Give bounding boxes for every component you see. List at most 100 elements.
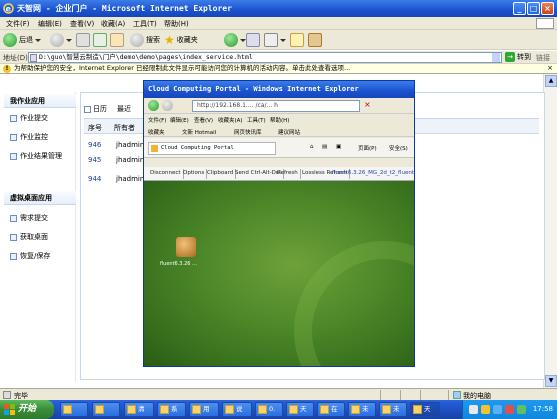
back-button[interactable]: 后退 (3, 32, 41, 48)
inner-fav-favorites[interactable]: 收藏夹 (148, 128, 165, 136)
taskbar-item[interactable]: 在 (317, 402, 345, 417)
inner-menu-help[interactable]: 帮助(H) (270, 116, 289, 124)
refresh-button[interactable]: Refresh (275, 169, 301, 179)
print-icon[interactable]: ▣ (336, 144, 341, 150)
menu-tools[interactable]: 工具(T) (133, 19, 157, 29)
inner-menu-view[interactable]: 查看(V) (194, 116, 213, 124)
start-label: 开始 (18, 404, 37, 414)
inner-address-input[interactable]: http://192.168.1.... /ca/... h (192, 100, 360, 112)
taskbar-item[interactable]: 清 (124, 402, 154, 417)
back-arrow-icon[interactable] (148, 100, 159, 111)
menu-file[interactable]: 文件(F) (6, 19, 30, 29)
security-infobar[interactable]: ! 为帮助保护您的安全，Internet Explorer 已经限制此文件显示可… (0, 64, 557, 74)
menu-view[interactable]: 查看(V) (70, 19, 94, 29)
inner-fav-hotmail[interactable]: 文新 Hotmail (182, 128, 216, 136)
start-button[interactable]: 开始 (0, 400, 54, 419)
favorites-button[interactable]: ★ 收藏夹 (164, 32, 198, 48)
remote-desktop-window[interactable]: Cloud Computing Portal - Windows Interne… (143, 80, 415, 367)
favorites-label: 收藏夹 (176, 36, 198, 44)
feed-icon[interactable]: ▤ (322, 144, 327, 150)
taskbar-item[interactable] (60, 402, 88, 417)
links-label[interactable]: 链接 (536, 53, 550, 63)
taskbar-item[interactable]: 说 (222, 402, 252, 417)
edit-button[interactable] (290, 32, 304, 48)
home-icon[interactable]: ⌂ (310, 144, 314, 150)
forward-arrow-icon[interactable] (162, 100, 173, 111)
sidebar-item-job-monitor[interactable]: 作业监控 (10, 132, 48, 142)
clipboard-button[interactable]: Clipboard (205, 169, 237, 179)
ime-icon[interactable] (493, 405, 502, 414)
options-button[interactable]: Options (181, 169, 208, 179)
inner-fav-suggested[interactable]: 建议网站 (278, 128, 300, 136)
row-id[interactable]: 944 (88, 175, 101, 183)
sidebar-item-job-results[interactable]: 作业结果管理 (10, 151, 62, 161)
row-id[interactable]: 945 (88, 156, 101, 164)
taskbar-item[interactable]: 天 (286, 402, 314, 417)
mail-button[interactable] (246, 32, 260, 48)
menu-help[interactable]: 帮助(H) (164, 19, 189, 29)
scroll-down-icon[interactable]: ▼ (545, 375, 557, 387)
taskbar-item[interactable] (92, 402, 120, 417)
inner-tab-portal[interactable]: Cloud Computing Portal (148, 142, 276, 155)
taskbar-item[interactable]: 未 (379, 402, 407, 417)
vertical-scrollbar[interactable]: ▲ ▼ (543, 74, 557, 388)
network-icon[interactable] (469, 405, 478, 414)
maximize-button[interactable]: □ (527, 2, 540, 15)
inner-menu-edit[interactable]: 编辑(E) (170, 116, 189, 124)
address-input[interactable]: D:\guo\智慧云制造\门户\demo\demo\pages\index_se… (28, 52, 502, 63)
address-dropdown-icon[interactable] (492, 53, 500, 62)
taskbar-item[interactable]: 系 (157, 402, 186, 417)
sidebar-item-request-submit[interactable]: 需求提交 (10, 213, 48, 223)
go-button[interactable]: → 转到 (505, 52, 531, 62)
stop-icon[interactable]: × (364, 100, 371, 109)
row-id[interactable]: 946 (88, 141, 101, 149)
print-button[interactable] (264, 32, 286, 48)
taskbar-item-active[interactable]: 天 (410, 402, 440, 417)
taskbar-item[interactable]: 0. (255, 402, 283, 417)
sidebar-item-restore-save[interactable]: 恢复/保存 (10, 251, 50, 261)
minimize-button[interactable]: _ (513, 2, 526, 15)
taskbar-item[interactable]: 用 (189, 402, 219, 417)
status-bar: 完毕 我的电脑 (0, 388, 557, 400)
antivirus-icon[interactable] (505, 405, 514, 414)
sidebar-item-get-desktop[interactable]: 获取桌面 (10, 232, 48, 242)
fluent-app-icon[interactable] (176, 237, 196, 257)
history-button[interactable] (224, 32, 246, 48)
forward-button[interactable] (50, 32, 72, 48)
home-icon (110, 33, 124, 47)
inner-fav-webslice[interactable]: 网页快讯库 (234, 128, 262, 136)
tab-calendar[interactable]: 日历 (84, 102, 107, 116)
inner-safety-menu[interactable]: 安全(S) (389, 144, 408, 152)
tab-recent[interactable]: 最近 (117, 102, 131, 116)
refresh-button[interactable] (93, 32, 107, 48)
menu-edit[interactable]: 编辑(E) (38, 19, 62, 29)
go-label: 转到 (517, 53, 531, 61)
window-title: 天智网 - 企业门户 - Microsoft Internet Explorer (17, 4, 232, 13)
volume-icon[interactable] (517, 405, 526, 414)
sidebar-section-jobs: 我作业应用 (4, 94, 76, 108)
stop-button[interactable] (76, 32, 90, 48)
discuss-button[interactable] (308, 32, 322, 48)
taskbar-item[interactable]: 未 (348, 402, 376, 417)
shield-icon[interactable] (481, 405, 490, 414)
sidebar-item-job-submit[interactable]: 作业提交 (10, 113, 48, 123)
disconnect-button[interactable]: Disconnect (148, 169, 184, 179)
infobar-close-icon[interactable]: × (547, 64, 553, 73)
doc-icon (10, 214, 17, 222)
inner-address-bar: http://192.168.1.... /ca/... h × (144, 98, 414, 114)
home-button[interactable] (110, 32, 124, 48)
inner-page-menu[interactable]: 页面(P) (358, 144, 377, 152)
inner-menu-favorites[interactable]: 收藏夹(A) (218, 116, 243, 124)
close-button[interactable]: × (541, 2, 554, 15)
inner-menu-file[interactable]: 文件(F) (148, 116, 166, 124)
search-button[interactable]: 搜索 (130, 32, 160, 48)
remote-desktop-area[interactable]: fluent6.3.26 ... (144, 181, 414, 366)
search-label: 搜索 (146, 36, 160, 44)
scroll-up-icon[interactable]: ▲ (545, 75, 557, 87)
menu-favorites[interactable]: 收藏(A) (101, 19, 125, 29)
row-owner: jhadmin (116, 156, 145, 164)
inner-menu-tools[interactable]: 工具(T) (247, 116, 266, 124)
task-label: 未 (393, 405, 400, 413)
warning-icon: ! (3, 65, 11, 73)
clock[interactable]: 17:58 (533, 405, 553, 413)
